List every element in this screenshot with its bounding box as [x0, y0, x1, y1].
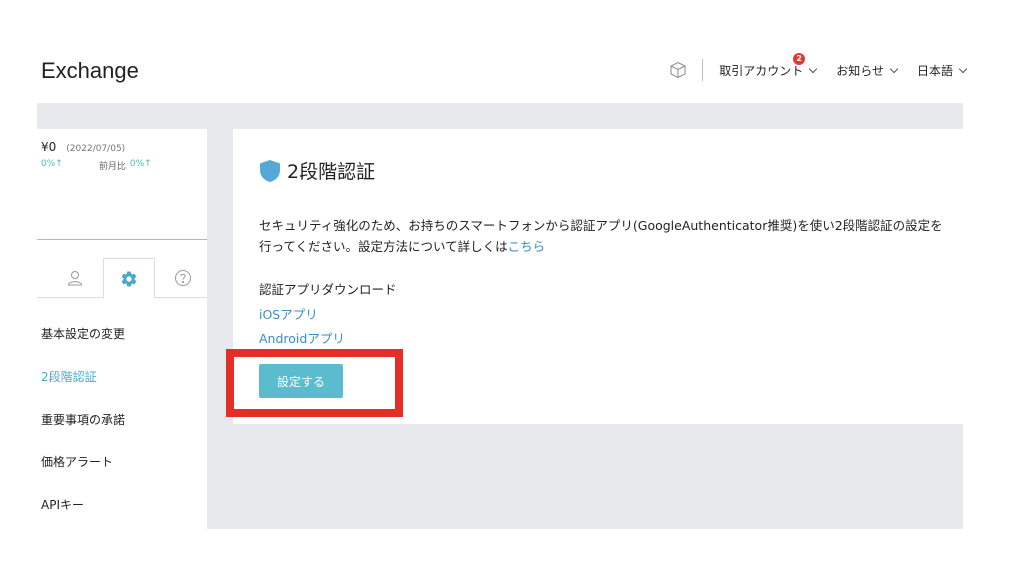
- sidebar-item-two-factor[interactable]: 2段階認証: [41, 368, 97, 385]
- shield-icon: [260, 159, 280, 182]
- balance-amount: ¥0: [41, 140, 57, 154]
- header-menu: 取引アカウント 2 お知らせ 日本語: [668, 52, 968, 82]
- balance-change: 0%↑ 前月比 0%↑: [41, 159, 152, 172]
- tab-profile[interactable]: [57, 258, 93, 298]
- help-icon: [175, 270, 191, 286]
- app-logo[interactable]: Exchange: [41, 58, 139, 84]
- page-title: 2段階認証: [287, 161, 376, 183]
- details-link[interactable]: こちら: [508, 239, 546, 254]
- sidebar: ¥0 (2022/07/05) 0%↑ 前月比 0%↑ 基本設定の変更 2段階認…: [37, 129, 207, 529]
- notification-badge: 2: [793, 52, 806, 65]
- chevron-down-icon: [889, 64, 899, 73]
- chevron-down-icon: [808, 64, 818, 73]
- description-text: セキュリティ強化のため、お持ちのスマートフォンから認証アプリ(GoogleAut…: [259, 215, 949, 257]
- description-body: セキュリティ強化のため、お持ちのスマートフォンから認証アプリ(GoogleAut…: [259, 218, 943, 254]
- highlight-box: [226, 349, 403, 417]
- sidebar-item-basic-settings[interactable]: 基本設定の変更: [41, 325, 125, 342]
- language-menu[interactable]: 日本語: [916, 62, 968, 79]
- prev-month-percent: 0%↑: [129, 159, 152, 169]
- prev-month-label: 前月比: [98, 162, 126, 172]
- sidebar-item-api-key[interactable]: APIキー: [41, 496, 84, 513]
- sidebar-item-important-terms[interactable]: 重要事項の承諾: [41, 411, 125, 428]
- ios-app-link[interactable]: iOSアプリ: [259, 304, 318, 323]
- divider: [37, 239, 207, 240]
- change-percent: 0%↑: [41, 159, 63, 169]
- download-heading: 認証アプリダウンロード: [259, 282, 397, 297]
- language-label: 日本語: [916, 63, 953, 78]
- header-divider: [702, 59, 704, 81]
- page-title-row: 2段階認証: [259, 157, 375, 184]
- top-gray-bar: [37, 103, 963, 129]
- balance-summary: ¥0 (2022/07/05): [41, 140, 125, 154]
- tab-settings[interactable]: [103, 258, 155, 299]
- sidebar-item-price-alert[interactable]: 価格アラート: [41, 453, 113, 470]
- trading-account-label: 取引アカウント: [719, 63, 804, 78]
- android-app-link[interactable]: Androidアプリ: [259, 328, 345, 347]
- news-menu[interactable]: お知らせ: [836, 62, 899, 79]
- trading-account-menu[interactable]: 取引アカウント 2: [719, 52, 818, 79]
- package-icon[interactable]: [668, 60, 688, 80]
- chevron-down-icon: [958, 64, 968, 73]
- user-icon: [67, 271, 83, 286]
- balance-date: (2022/07/05): [66, 144, 126, 154]
- gear-icon: [121, 271, 137, 286]
- sidebar-tabs: [37, 258, 207, 299]
- news-label: お知らせ: [836, 63, 884, 78]
- tab-help[interactable]: [165, 258, 201, 298]
